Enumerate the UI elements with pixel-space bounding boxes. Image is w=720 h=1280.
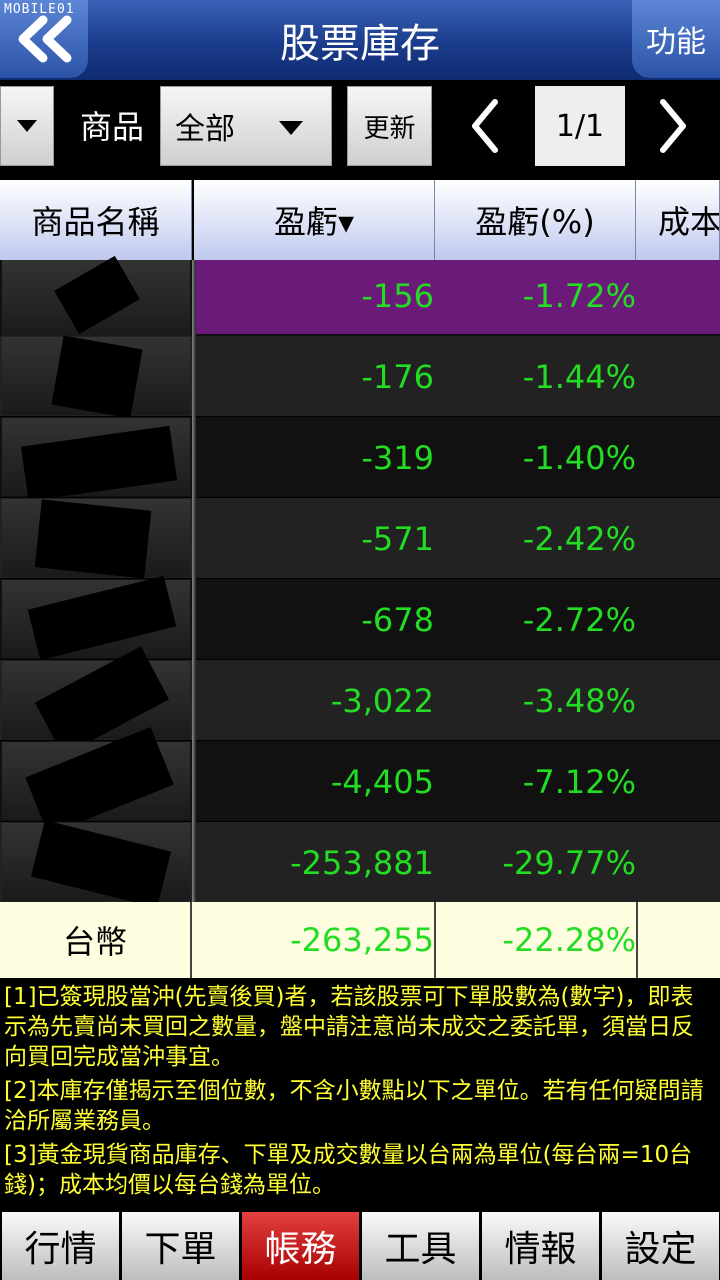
stock-name-cell xyxy=(2,335,190,419)
column-header-cost[interactable]: 成本 xyxy=(636,180,720,260)
page-indicator: 1/1 xyxy=(535,86,625,166)
pl-pct-cell: -29.77% xyxy=(502,844,636,882)
function-button[interactable]: 功能 xyxy=(632,0,720,78)
dropdown-arrow-icon xyxy=(279,121,303,135)
pl-pct-cell: -1.72% xyxy=(522,277,636,315)
stock-name-cell xyxy=(2,575,190,661)
stock-name-cell xyxy=(2,646,190,756)
pl-pct-cell: -2.72% xyxy=(522,601,636,639)
dropdown-arrow-icon xyxy=(17,120,37,132)
redaction-mark xyxy=(54,255,140,335)
stock-name-cell xyxy=(2,418,190,502)
pl-pct-cell: -1.40% xyxy=(522,439,636,477)
nav-tools[interactable]: 工具 xyxy=(362,1212,479,1280)
nav-quotes[interactable]: 行情 xyxy=(2,1212,119,1280)
nav-account[interactable]: 帳務 xyxy=(242,1212,359,1280)
column-header-name[interactable]: 商品名稱 xyxy=(0,180,192,260)
note-3: [3]黃金現貨商品庫存、下單及成交數量以台兩為單位(每台兩=10台錢)；成本均價… xyxy=(4,1142,693,1198)
refresh-button[interactable]: 更新 xyxy=(347,86,432,166)
redaction-mark xyxy=(30,820,172,908)
total-currency-label: 台幣 xyxy=(0,902,190,978)
total-divider xyxy=(190,902,192,978)
pl-pct-cell: -3.48% xyxy=(522,682,636,720)
watermark: MOBILE01 xyxy=(4,2,75,17)
stock-name-cell xyxy=(2,255,190,338)
notes-section: [1]已簽現股當沖(先賣後買)者，若該股票可下單股數為(數字)，即表示為先賣尚未… xyxy=(0,982,720,1206)
chevron-left-icon xyxy=(472,99,498,153)
redaction-mark xyxy=(27,575,177,661)
stock-name-cell xyxy=(2,499,190,579)
next-page-button[interactable] xyxy=(650,86,696,166)
column-header-pl[interactable]: 盈虧▾ xyxy=(194,180,435,260)
nav-info[interactable]: 情報 xyxy=(482,1212,599,1280)
redaction-mark xyxy=(25,726,174,836)
account-dropdown[interactable] xyxy=(0,86,54,166)
pl-cell: -678 xyxy=(361,601,434,639)
pl-cell: -176 xyxy=(361,358,434,396)
total-pl: -263,255 xyxy=(290,921,434,959)
note-2: [2]本庫存僅揭示至個位數，不含小數點以下之單位。若有任何疑問請洽所屬業務員。 xyxy=(4,1078,704,1134)
product-select-value: 全部 xyxy=(175,112,235,147)
note-1: [1]已簽現股當沖(先賣後買)者，若該股票可下單股數為(數字)，即表示為先賣尚未… xyxy=(4,984,694,1070)
pl-cell: -156 xyxy=(361,277,434,315)
pl-cell: -253,881 xyxy=(290,844,434,882)
redaction-mark xyxy=(20,425,178,502)
pl-cell: -319 xyxy=(361,439,434,477)
product-select[interactable]: 全部 xyxy=(160,86,332,166)
pl-cell: -3,022 xyxy=(330,682,434,720)
total-divider xyxy=(636,902,638,978)
pl-pct-cell: -2.42% xyxy=(522,520,636,558)
total-pl-pct: -22.28% xyxy=(502,921,636,959)
pl-pct-cell: -7.12% xyxy=(522,763,636,801)
stock-name-cell xyxy=(2,726,190,836)
redaction-mark xyxy=(51,335,143,419)
nav-order[interactable]: 下單 xyxy=(122,1212,239,1280)
double-chevron-left-icon xyxy=(18,15,72,63)
chevron-right-icon xyxy=(660,99,686,153)
pl-pct-cell: -1.44% xyxy=(522,358,636,396)
nav-settings[interactable]: 設定 xyxy=(602,1212,719,1280)
prev-page-button[interactable] xyxy=(462,86,508,166)
column-divider xyxy=(192,260,196,902)
title-area: 股票庫存 xyxy=(92,0,628,80)
product-label: 商品 xyxy=(80,108,145,146)
stock-name-cell xyxy=(2,820,190,908)
page-title: 股票庫存 xyxy=(280,21,440,67)
redaction-mark xyxy=(34,499,152,579)
pl-cell: -571 xyxy=(361,520,434,558)
column-header-pl-pct[interactable]: 盈虧(%) xyxy=(435,180,636,260)
pl-cell: -4,405 xyxy=(330,763,434,801)
